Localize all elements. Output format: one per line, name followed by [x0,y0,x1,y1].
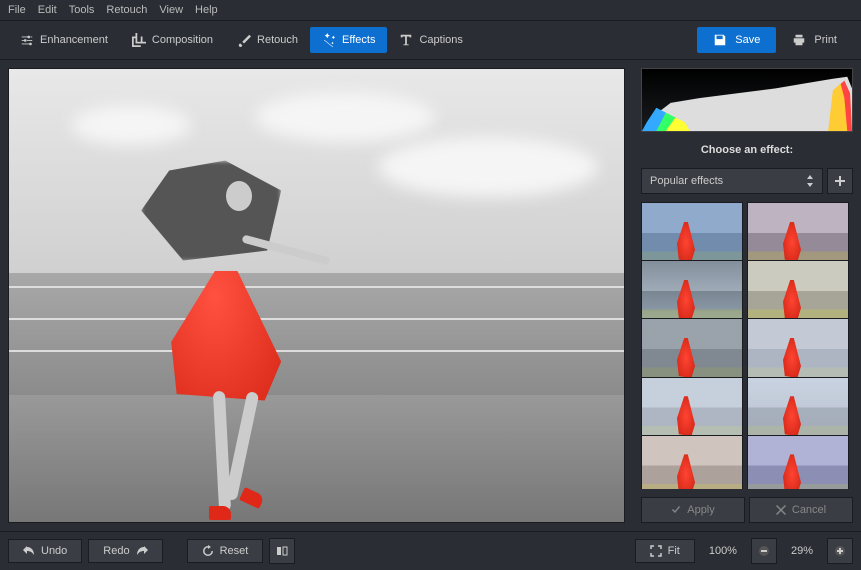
compare-button[interactable] [269,538,295,564]
dropdown-label: Popular effects [650,175,723,187]
crop-icon [132,33,146,47]
reset-label: Reset [220,545,249,557]
save-button[interactable]: Save [697,27,776,53]
cancel-label: Cancel [792,504,826,516]
tab-effects[interactable]: Effects [310,27,387,53]
updown-icon [806,175,814,187]
zoom-100-label[interactable]: 100% [701,545,745,557]
tab-label: Retouch [257,34,298,46]
menu-edit[interactable]: Edit [38,4,57,16]
reset-icon [202,545,214,557]
tab-label: Composition [152,34,213,46]
zoom-out-button[interactable] [751,538,777,564]
apply-button[interactable]: Apply [641,497,745,523]
brush-icon [237,33,251,47]
check-icon [671,505,681,515]
tab-composition[interactable]: Composition [120,27,225,53]
print-label: Print [814,34,837,46]
zoom-level: 29% [783,545,821,557]
image-canvas[interactable] [8,68,625,523]
add-effect-button[interactable] [827,168,853,194]
apply-label: Apply [687,504,715,516]
redo-label: Redo [103,545,129,557]
fit-button[interactable]: Fit [635,539,695,563]
tab-retouch[interactable]: Retouch [225,27,310,53]
redo-icon [136,546,148,556]
undo-label: Undo [41,545,67,557]
undo-icon [23,546,35,556]
effects-grid[interactable]: Cold toningColor splashContrastDetails e… [641,202,853,489]
effects-category-dropdown[interactable]: Popular effects [641,168,823,194]
panel-title: Choose an effect: [641,140,853,160]
footer-toolbar: Undo Redo Reset Fit 100% 29% [0,531,861,570]
menu-file[interactable]: File [8,4,26,16]
tab-enhancement[interactable]: Enhancement [8,27,120,53]
cancel-button[interactable]: Cancel [749,497,853,523]
histogram[interactable] [641,68,853,132]
text-icon [399,33,413,47]
tab-label: Captions [419,34,462,46]
fit-label: Fit [668,545,680,557]
save-icon [713,33,727,47]
effects-sidebar: Choose an effect: Popular effects Cold t… [633,60,861,531]
effect-thumb[interactable] [747,435,849,489]
plus-icon [834,545,846,557]
menu-view[interactable]: View [159,4,183,16]
menubar: File Edit Tools Retouch View Help [0,0,861,21]
menu-retouch[interactable]: Retouch [106,4,147,16]
sliders-icon [20,33,34,47]
compare-icon [276,545,288,557]
effect-thumb[interactable] [641,435,743,489]
plus-icon [835,176,845,186]
save-label: Save [735,34,760,46]
tab-label: Effects [342,34,375,46]
canvas-area [0,60,633,531]
tab-label: Enhancement [40,34,108,46]
undo-button[interactable]: Undo [8,539,82,563]
wand-icon [322,33,336,47]
redo-button[interactable]: Redo [88,539,162,563]
reset-button[interactable]: Reset [187,539,264,563]
zoom-in-button[interactable] [827,538,853,564]
minus-icon [758,545,770,557]
print-button[interactable]: Print [776,27,853,53]
main-toolbar: Enhancement Composition Retouch Effects … [0,21,861,60]
close-icon [776,505,786,515]
menu-tools[interactable]: Tools [69,4,95,16]
menu-help[interactable]: Help [195,4,218,16]
print-icon [792,33,806,47]
tab-captions[interactable]: Captions [387,27,474,53]
fit-icon [650,545,662,557]
